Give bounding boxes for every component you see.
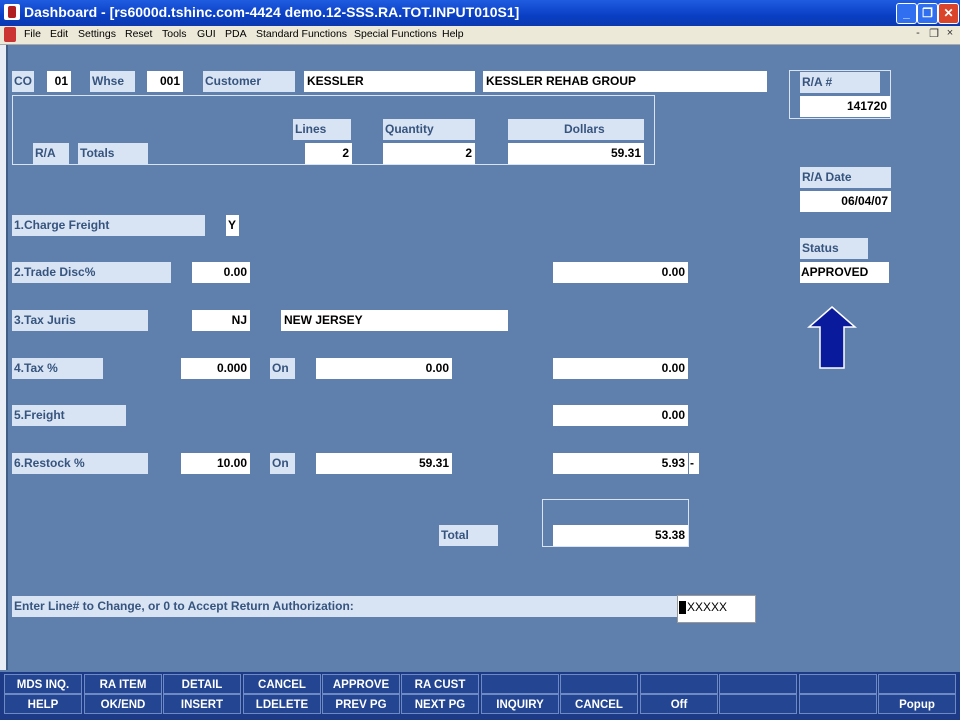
tax-on-label: On (270, 358, 295, 379)
menu-reset[interactable]: Reset (125, 28, 152, 40)
fkey-blank-2[interactable] (560, 674, 638, 694)
tax-on-field[interactable]: 0.00 (316, 358, 452, 379)
menu-special-functions[interactable]: Special Functions (354, 28, 437, 40)
fkey-ra-item[interactable]: RA ITEM (84, 674, 162, 694)
customer-label: Customer (203, 71, 295, 92)
lines-field[interactable]: 2 (305, 143, 352, 164)
customer-name-field[interactable]: KESSLER REHAB GROUP (483, 71, 767, 92)
fkey-insert[interactable]: INSERT (163, 694, 241, 714)
tax-amount[interactable]: 0.00 (553, 358, 688, 379)
dollars-label: Dollars (508, 119, 644, 140)
fkey-cancel[interactable]: CANCEL (560, 694, 638, 714)
function-key-bar: MDS INQ. RA ITEM DETAIL CANCEL APPROVE R… (0, 672, 960, 720)
fkey-blank-7[interactable] (719, 694, 797, 714)
menu-bar: File Edit Settings Reset Tools GUI PDA S… (0, 26, 960, 45)
quantity-label: Quantity (383, 119, 475, 140)
whse-label: Whse (90, 71, 135, 92)
fkey-mds-inq[interactable]: MDS INQ. (4, 674, 82, 694)
restock-pct-field[interactable]: 10.00 (181, 453, 250, 474)
tax-juris-label: 3.Tax Juris (12, 310, 148, 331)
fkey-off[interactable]: Off (640, 694, 718, 714)
fkey-ra-cust[interactable]: RA CUST (401, 674, 479, 694)
trade-disc-amount[interactable]: 0.00 (553, 262, 688, 283)
menu-tools[interactable]: Tools (162, 28, 187, 40)
fkey-blank-8[interactable] (799, 694, 877, 714)
co-label: CO (12, 71, 34, 92)
fkey-blank-3[interactable] (640, 674, 718, 694)
charge-freight-field[interactable]: Y (226, 215, 239, 236)
window-title: Dashboard - [rs6000d.tshinc.com-4424 dem… (24, 4, 520, 20)
tax-pct-field[interactable]: 0.000 (181, 358, 250, 379)
fkey-blank-6[interactable] (878, 674, 956, 694)
text-cursor (679, 601, 686, 615)
fkey-ok-end[interactable]: OK/END (84, 694, 162, 714)
up-arrow-icon (807, 306, 857, 369)
mdi-minimize-button[interactable]: - (911, 27, 925, 39)
minimize-button[interactable]: _ (896, 3, 917, 24)
prompt-label: Enter Line# to Change, or 0 to Accept Re… (12, 596, 677, 617)
restock-on-label: On (270, 453, 295, 474)
ra-number-label: R/A # (800, 72, 880, 93)
title-bar: Dashboard - [rs6000d.tshinc.com-4424 dem… (0, 0, 960, 26)
menu-gui[interactable]: GUI (197, 28, 216, 40)
customer-code-field[interactable]: KESSLER (304, 71, 475, 92)
co-field[interactable]: 01 (47, 71, 71, 92)
quantity-field[interactable]: 2 (383, 143, 475, 164)
tax-juris-code-field[interactable]: NJ (192, 310, 250, 331)
left-frame-shadow (6, 45, 8, 670)
fkey-cancel-top[interactable]: CANCEL (243, 674, 321, 694)
fkey-help[interactable]: HELP (4, 694, 82, 714)
fkey-inquiry[interactable]: INQUIRY (481, 694, 559, 714)
menu-file[interactable]: File (24, 28, 41, 40)
ra-totals-label: R/A (33, 143, 69, 164)
lines-label: Lines (293, 119, 351, 140)
fkey-blank-4[interactable] (719, 674, 797, 694)
line-number-input-value: XXXXX (687, 600, 728, 614)
totals-label: Totals (78, 143, 148, 164)
fkey-blank-1[interactable] (481, 674, 559, 694)
total-field[interactable]: 53.38 (553, 525, 688, 546)
menu-edit[interactable]: Edit (50, 28, 68, 40)
tax-juris-name-field[interactable]: NEW JERSEY (281, 310, 508, 331)
ra-date-field[interactable]: 06/04/07 (800, 191, 891, 212)
tax-pct-label: 4.Tax % (12, 358, 103, 379)
fkey-prev-pg[interactable]: PREV PG (322, 694, 400, 714)
status-label: Status (800, 238, 868, 259)
restock-amount[interactable]: 5.93 (553, 453, 688, 474)
dollars-field[interactable]: 59.31 (508, 143, 644, 164)
menu-help[interactable]: Help (442, 28, 464, 40)
mdi-close-button[interactable]: × (943, 27, 957, 39)
trade-disc-label: 2.Trade Disc% (12, 262, 171, 283)
mdi-restore-button[interactable]: ❐ (927, 27, 941, 40)
app-icon[interactable] (4, 4, 20, 20)
restock-on-field[interactable]: 59.31 (316, 453, 452, 474)
menu-settings[interactable]: Settings (78, 28, 116, 40)
freight-label: 5.Freight (12, 405, 126, 426)
close-button[interactable]: ✕ (938, 3, 959, 24)
restock-label: 6.Restock % (12, 453, 148, 474)
freight-amount[interactable]: 0.00 (553, 405, 688, 426)
menu-pda[interactable]: PDA (225, 28, 247, 40)
charge-freight-label: 1.Charge Freight (12, 215, 205, 236)
restock-sign: - (689, 453, 699, 474)
fkey-ldelete[interactable]: LDELETE (243, 694, 321, 714)
ra-date-label: R/A Date (800, 167, 891, 188)
ra-number-field[interactable]: 141720 (800, 96, 890, 117)
menu-standard-functions[interactable]: Standard Functions (256, 28, 347, 40)
document-icon[interactable] (4, 27, 16, 42)
whse-field[interactable]: 001 (147, 71, 183, 92)
maximize-button[interactable]: ❐ (917, 3, 938, 24)
fkey-next-pg[interactable]: NEXT PG (401, 694, 479, 714)
fkey-detail[interactable]: DETAIL (163, 674, 241, 694)
total-label: Total (439, 525, 498, 546)
status-field[interactable]: APPROVED (800, 262, 889, 283)
line-number-input[interactable]: XXXXX (677, 595, 756, 623)
fkey-approve[interactable]: APPROVE (322, 674, 400, 694)
trade-disc-field[interactable]: 0.00 (192, 262, 250, 283)
fkey-popup[interactable]: Popup (878, 694, 956, 714)
fkey-blank-5[interactable] (799, 674, 877, 694)
